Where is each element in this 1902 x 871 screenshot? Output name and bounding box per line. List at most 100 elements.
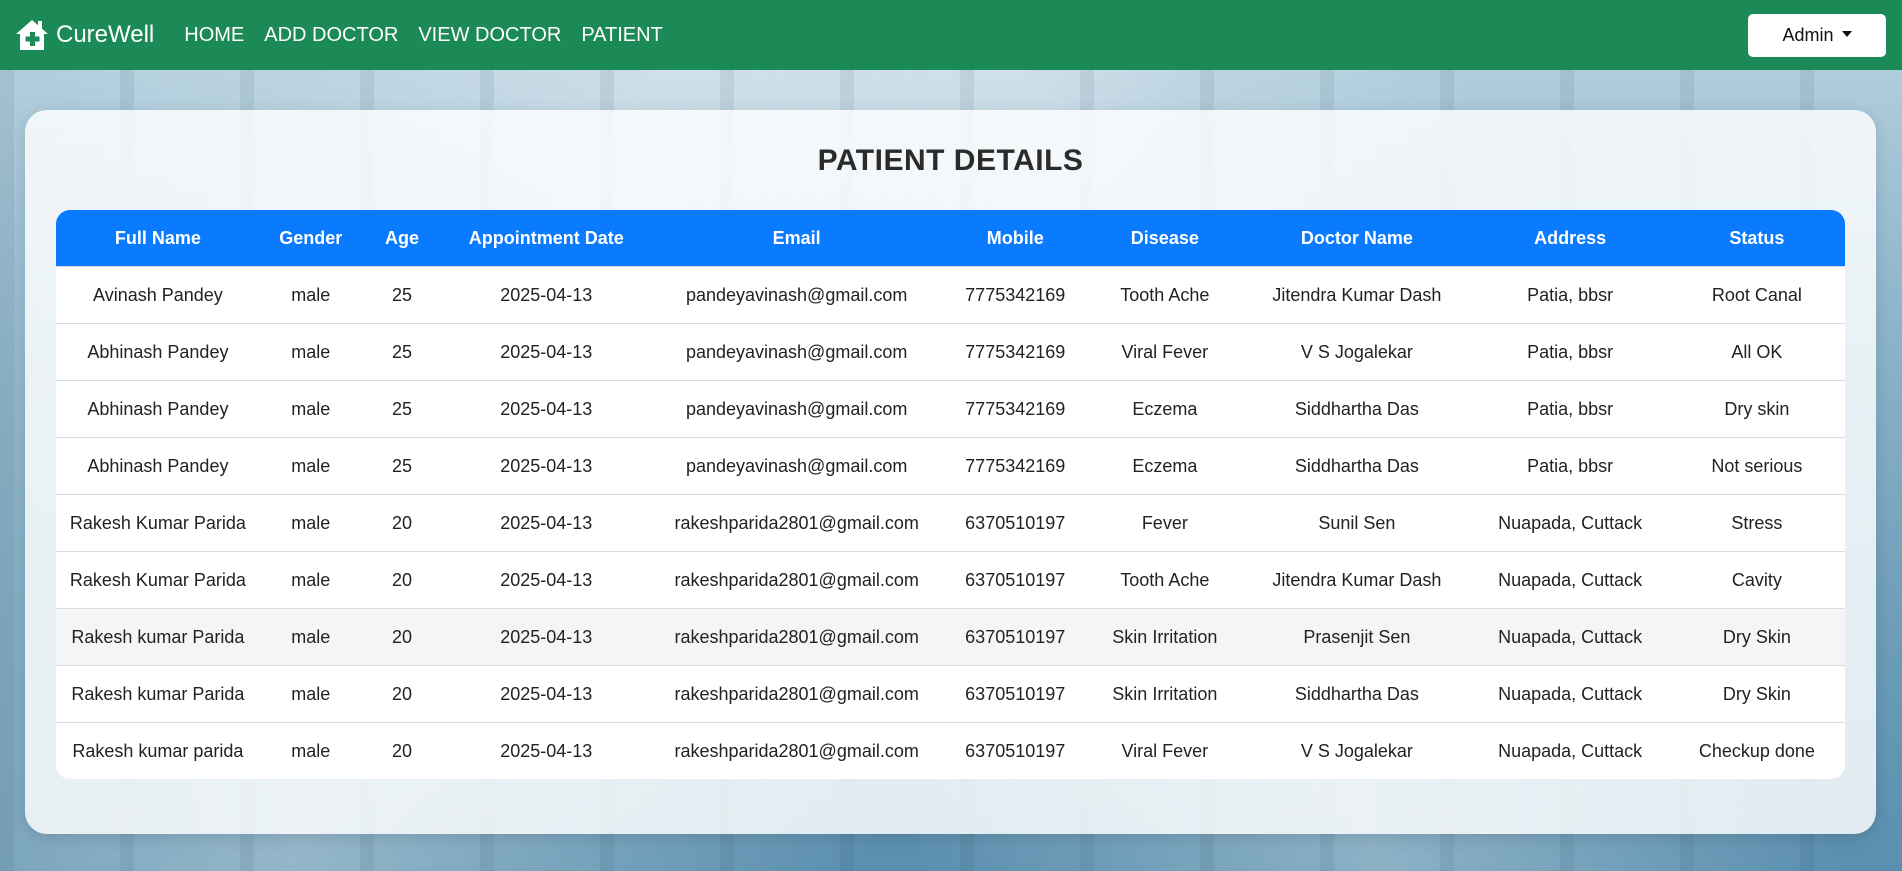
cell-appointment-date: 2025-04-13: [442, 608, 651, 666]
cell-disease: Viral Fever: [1087, 722, 1243, 779]
cell-disease: Skin Irritation: [1087, 665, 1243, 723]
cell-email: pandeyavinash@gmail.com: [650, 323, 944, 381]
cell-email: rakeshparida2801@gmail.com: [650, 608, 944, 666]
page-title: PATIENT DETAILS: [817, 144, 1084, 177]
cell-mobile: 7775342169: [943, 380, 1088, 438]
table-header-row: Full Name Gender Age Appointment Date Em…: [56, 210, 1845, 267]
admin-dropdown-button[interactable]: Admin: [1748, 14, 1886, 57]
cell-full-name: Rakesh kumar Parida: [56, 665, 260, 723]
cell-appointment-date: 2025-04-13: [442, 380, 651, 438]
cell-appointment-date: 2025-04-13: [442, 551, 651, 609]
cell-disease: Eczema: [1087, 380, 1243, 438]
cell-full-name: Abhinash Pandey: [56, 380, 260, 438]
cell-age: 20: [361, 608, 443, 666]
nav-home[interactable]: HOME: [184, 24, 244, 47]
column-header-status: Status: [1729, 227, 1785, 248]
table-row: Avinash Pandey male 25 2025-04-13 pandey…: [56, 266, 1845, 324]
cell-mobile: 6370510197: [943, 551, 1088, 609]
nav-patient[interactable]: PATIENT: [581, 24, 662, 47]
column-header-age: Age: [384, 227, 419, 248]
table-row: Abhinash Pandey male 25 2025-04-13 pande…: [56, 323, 1845, 381]
cell-status: Checkup done: [1668, 722, 1845, 779]
table-row: Rakesh kumar parida male 20 2025-04-13 r…: [56, 722, 1845, 779]
patient-details-card: PATIENT DETAILS Full Name Gender Age App…: [25, 110, 1876, 834]
table-row: Rakesh kumar Parida male 20 2025-04-13 r…: [56, 665, 1845, 723]
cell-full-name: Rakesh kumar Parida: [56, 608, 260, 666]
cell-gender: male: [259, 551, 362, 609]
cell-disease: Tooth Ache: [1087, 266, 1243, 324]
cell-address: Patia, bbsr: [1471, 266, 1669, 324]
table-row: Rakesh Kumar Parida male 20 2025-04-13 r…: [56, 494, 1845, 552]
cell-address: Patia, bbsr: [1471, 380, 1669, 438]
cell-status: Dry skin: [1668, 380, 1845, 438]
cell-disease: Tooth Ache: [1087, 551, 1243, 609]
cell-doctor-name: Prasenjit Sen: [1242, 608, 1472, 666]
column-header-mobile: Mobile: [986, 227, 1044, 248]
cell-status: Cavity: [1668, 551, 1845, 609]
cell-email: rakeshparida2801@gmail.com: [650, 494, 944, 552]
table-row: Rakesh kumar Parida male 20 2025-04-13 r…: [56, 608, 1845, 666]
cell-mobile: 7775342169: [943, 323, 1088, 381]
column-header-email: Email: [772, 227, 821, 248]
cell-age: 25: [361, 437, 443, 495]
cell-status: Stress: [1668, 494, 1845, 552]
cell-disease: Fever: [1087, 494, 1243, 552]
cell-gender: male: [259, 608, 362, 666]
column-header-disease: Disease: [1130, 227, 1199, 248]
nav-add-doctor[interactable]: ADD DOCTOR: [264, 24, 398, 47]
cell-gender: male: [259, 266, 362, 324]
cell-gender: male: [259, 323, 362, 381]
cell-appointment-date: 2025-04-13: [442, 323, 651, 381]
cell-email: pandeyavinash@gmail.com: [650, 266, 944, 324]
brand-link[interactable]: CureWell: [14, 17, 154, 53]
cell-full-name: Avinash Pandey: [56, 266, 260, 324]
cell-doctor-name: Jitendra Kumar Dash: [1242, 266, 1472, 324]
admin-label: Admin: [1782, 25, 1834, 45]
cell-age: 20: [361, 551, 443, 609]
cell-address: Nuapada, Cuttack: [1471, 722, 1669, 779]
hospital-home-icon: [14, 17, 50, 53]
top-navbar: CureWell HOME ADD DOCTOR VIEW DOCTOR PAT…: [0, 0, 1902, 70]
caret-down-icon: [1841, 30, 1852, 37]
cell-appointment-date: 2025-04-13: [442, 437, 651, 495]
cell-mobile: 7775342169: [943, 437, 1088, 495]
cell-mobile: 6370510197: [943, 722, 1088, 779]
cell-full-name: Rakesh kumar parida: [56, 722, 260, 779]
cell-disease: Viral Fever: [1087, 323, 1243, 381]
column-header-appointment-date: Appointment Date: [468, 227, 624, 248]
cell-appointment-date: 2025-04-13: [442, 665, 651, 723]
cell-appointment-date: 2025-04-13: [442, 266, 651, 324]
cell-age: 20: [361, 722, 443, 779]
table-row: Abhinash Pandey male 25 2025-04-13 pande…: [56, 380, 1845, 438]
patient-table: Full Name Gender Age Appointment Date Em…: [56, 210, 1845, 779]
nav-view-doctor[interactable]: VIEW DOCTOR: [418, 24, 561, 47]
cell-doctor-name: Siddhartha Das: [1242, 380, 1472, 438]
column-header-doctor-name: Doctor Name: [1300, 227, 1413, 248]
cell-status: All OK: [1668, 323, 1845, 381]
cell-age: 25: [361, 323, 443, 381]
nav-links: HOME ADD DOCTOR VIEW DOCTOR PATIENT: [184, 24, 683, 47]
cell-address: Patia, bbsr: [1471, 323, 1669, 381]
cell-doctor-name: Siddhartha Das: [1242, 437, 1472, 495]
cell-address: Nuapada, Cuttack: [1471, 494, 1669, 552]
cell-doctor-name: Jitendra Kumar Dash: [1242, 551, 1472, 609]
cell-mobile: 6370510197: [943, 608, 1088, 666]
cell-full-name: Abhinash Pandey: [56, 437, 260, 495]
table-row: Abhinash Pandey male 25 2025-04-13 pande…: [56, 437, 1845, 495]
cell-gender: male: [259, 665, 362, 723]
cell-appointment-date: 2025-04-13: [442, 494, 651, 552]
patient-table-container: Full Name Gender Age Appointment Date Em…: [56, 210, 1845, 779]
cell-gender: male: [259, 494, 362, 552]
cell-full-name: Rakesh Kumar Parida: [56, 494, 260, 552]
cell-disease: Skin Irritation: [1087, 608, 1243, 666]
cell-mobile: 6370510197: [943, 665, 1088, 723]
table-header: Full Name Gender Age Appointment Date Em…: [56, 210, 1845, 267]
cell-doctor-name: Siddhartha Das: [1242, 665, 1472, 723]
cell-mobile: 6370510197: [943, 494, 1088, 552]
cell-email: pandeyavinash@gmail.com: [650, 380, 944, 438]
cell-status: Not serious: [1668, 437, 1845, 495]
cell-address: Nuapada, Cuttack: [1471, 665, 1669, 723]
cell-age: 20: [361, 494, 443, 552]
cell-age: 25: [361, 380, 443, 438]
cell-status: Dry Skin: [1668, 665, 1845, 723]
